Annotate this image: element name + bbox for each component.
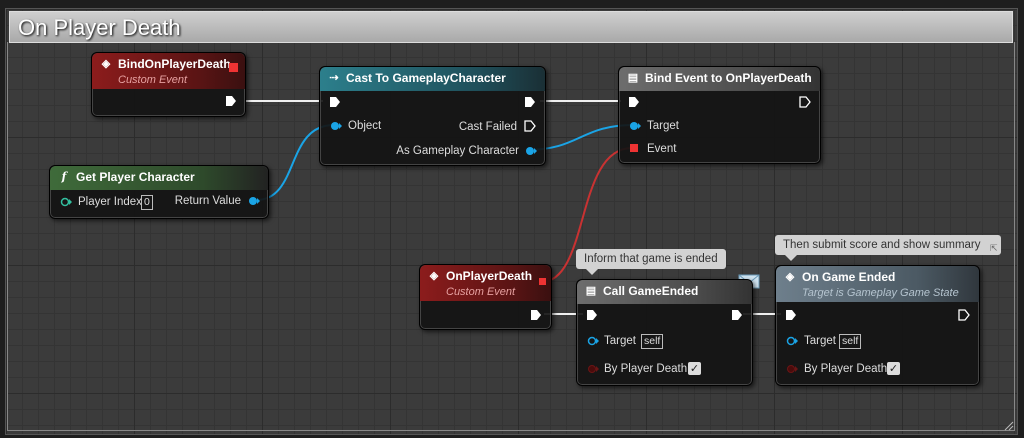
exec-in-pin-icon[interactable]	[329, 96, 341, 108]
node-header: ◈ OnPlayerDeath Custom Event	[420, 265, 551, 301]
exec-in-pin-icon[interactable]	[586, 309, 598, 321]
cast-failed-exec-pin-icon[interactable]	[524, 120, 536, 132]
node-title: Cast To GameplayCharacter	[346, 71, 506, 85]
target-pin-icon[interactable]	[786, 336, 798, 346]
object-pin-label: Object	[348, 120, 382, 132]
as-gameplay-character-pin-label: As Gameplay Character	[396, 145, 519, 157]
delegate-pin-icon[interactable]	[229, 63, 238, 72]
exec-out-pin-icon[interactable]	[530, 309, 542, 321]
player-index-input[interactable]: 0	[141, 195, 153, 210]
function-box-icon: ▤	[627, 72, 639, 84]
node-title: Bind Event to OnPlayerDeath	[645, 71, 812, 85]
exec-in-pin-icon[interactable]	[628, 96, 640, 108]
return-value-pin-icon[interactable]	[248, 196, 260, 206]
blueprint-graph-canvas[interactable]: On Player Death ◈ BindOnPlayerDeath Cust…	[0, 0, 1024, 438]
comment-resize-grip-icon[interactable]	[1004, 421, 1014, 431]
cast-failed-pin-label: Cast Failed	[458, 121, 517, 133]
node-title: On Game Ended	[802, 270, 896, 284]
delegate-pin-icon[interactable]	[539, 278, 546, 285]
comment-bubble-call-game-ended[interactable]: Inform that game is ended	[576, 249, 726, 275]
exec-out-pin-icon[interactable]	[731, 309, 743, 321]
by-player-death-pin-label: By Player Death	[804, 363, 888, 375]
by-player-death-checkbox[interactable]: ✓	[887, 362, 900, 375]
comment-bubble-text: Inform that game is ended	[584, 253, 718, 265]
node-title: Get Player Character	[76, 170, 195, 184]
bool-pin-icon[interactable]	[587, 364, 599, 374]
by-player-death-pin-label: By Player Death	[604, 363, 688, 375]
node-header: ◈ On Game Ended Target is Gameplay Game …	[776, 266, 979, 302]
target-pin-icon[interactable]	[629, 121, 641, 131]
node-call-game-ended[interactable]: ▤ Call GameEnded Target self By Player D…	[576, 279, 753, 386]
node-header: ◈ BindOnPlayerDeath Custom Event	[92, 53, 245, 89]
target-pin-label: Target	[604, 335, 636, 347]
exec-out-pin-icon[interactable]	[799, 96, 811, 108]
event-diamond-icon: ◈	[429, 270, 439, 282]
cast-arrows-icon: ⇢	[329, 72, 339, 84]
node-bind-event-to-on-player-death[interactable]: ▤ Bind Event to OnPlayerDeath Target Eve…	[618, 66, 821, 164]
node-bind-on-player-death[interactable]: ◈ BindOnPlayerDeath Custom Event	[91, 52, 246, 117]
player-index-pin-label: Player Index	[78, 196, 142, 208]
node-subtitle: Custom Event	[446, 286, 516, 298]
comment-bubble-on-game-ended[interactable]: Then submit score and show summary ⇱	[775, 235, 1001, 261]
node-header: f Get Player Character	[50, 166, 268, 190]
target-self-input[interactable]: self	[839, 334, 862, 349]
target-pin-label: Target	[647, 120, 679, 132]
bool-pin-icon[interactable]	[786, 364, 798, 374]
node-subtitle: Custom Event	[118, 74, 188, 86]
node-subtitle: Target is Gameplay Game State	[802, 287, 959, 299]
target-pin-label: Target	[804, 335, 836, 347]
object-out-pin-icon[interactable]	[525, 146, 537, 156]
pin-comment-icon[interactable]: ⇱	[990, 238, 998, 258]
exec-out-pin-icon[interactable]	[225, 95, 237, 107]
node-cast-to-gameplay-character[interactable]: ⇢ Cast To GameplayCharacter Object Cast …	[319, 66, 546, 166]
node-on-player-death[interactable]: ◈ OnPlayerDeath Custom Event	[419, 264, 552, 330]
node-header: ⇢ Cast To GameplayCharacter	[320, 67, 545, 91]
event-diamond-icon: ◈	[785, 271, 795, 283]
exec-out-pin-icon[interactable]	[524, 96, 536, 108]
comment-bubble-text: Then submit score and show summary	[783, 239, 981, 251]
node-title: OnPlayerDeath	[446, 269, 533, 283]
node-title: Call GameEnded	[603, 284, 699, 298]
function-f-icon: f	[61, 170, 67, 183]
exec-in-pin-icon[interactable]	[785, 309, 797, 321]
node-title: BindOnPlayerDeath	[118, 57, 231, 71]
node-header: ▤ Call GameEnded	[577, 280, 752, 304]
target-self-input[interactable]: self	[641, 334, 664, 349]
target-pin-icon[interactable]	[587, 336, 599, 346]
node-get-player-character[interactable]: f Get Player Character Player Index 0 Re…	[49, 165, 269, 219]
node-header: ▤ Bind Event to OnPlayerDeath	[619, 67, 820, 91]
comment-bubble-tail	[785, 255, 797, 261]
node-on-game-ended[interactable]: ◈ On Game Ended Target is Gameplay Game …	[775, 265, 980, 386]
comment-bubble-tail	[586, 269, 598, 275]
player-index-pin-icon[interactable]	[60, 197, 72, 207]
event-delegate-pin-icon[interactable]	[630, 144, 638, 152]
exec-out-pin-icon[interactable]	[958, 309, 970, 321]
object-pin-icon[interactable]	[330, 121, 342, 131]
function-box-icon: ▤	[585, 285, 597, 297]
by-player-death-checkbox[interactable]: ✓	[688, 362, 701, 375]
return-value-pin-label: Return Value	[174, 195, 241, 207]
event-pin-label: Event	[647, 143, 677, 155]
event-diamond-icon: ◈	[101, 58, 111, 70]
